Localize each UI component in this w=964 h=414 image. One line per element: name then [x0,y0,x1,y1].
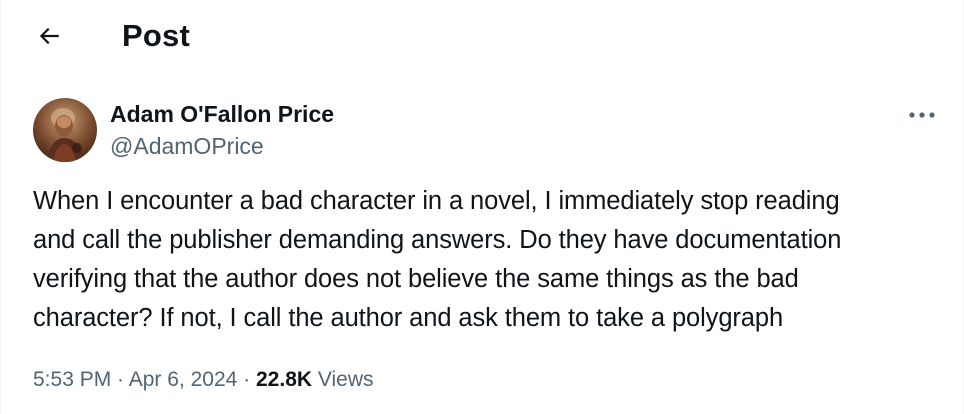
post-timestamp-link[interactable]: 5:53 PM · Apr 6, 2024 [33,368,237,391]
more-options-button[interactable] [901,100,943,130]
post-text: When I encounter a bad character in a no… [33,187,842,332]
views-label: Views [317,368,374,391]
page-header: Post [1,0,964,72]
meta-separator: · [237,368,256,391]
views-count: 22.8K [256,368,313,391]
back-button[interactable] [31,18,67,54]
author-handle[interactable]: @AdamOPrice [110,131,264,161]
post-time: 5:53 PM [33,368,112,391]
post-meta: 5:53 PM · Apr 6, 2024 · 22.8K Views [33,365,374,395]
more-horizontal-icon [909,112,935,118]
author-display-name[interactable]: Adam O'Fallon Price [110,99,334,129]
arrow-left-icon [39,27,59,45]
avatar[interactable] [33,98,97,162]
post-date: Apr 6, 2024 [128,368,238,391]
post-view: Post Adam O'Fallon Price @AdamOPrice Whe… [0,0,964,414]
meta-separator: · [111,368,129,391]
page-title: Post [122,18,190,53]
profile-photo [33,98,97,162]
